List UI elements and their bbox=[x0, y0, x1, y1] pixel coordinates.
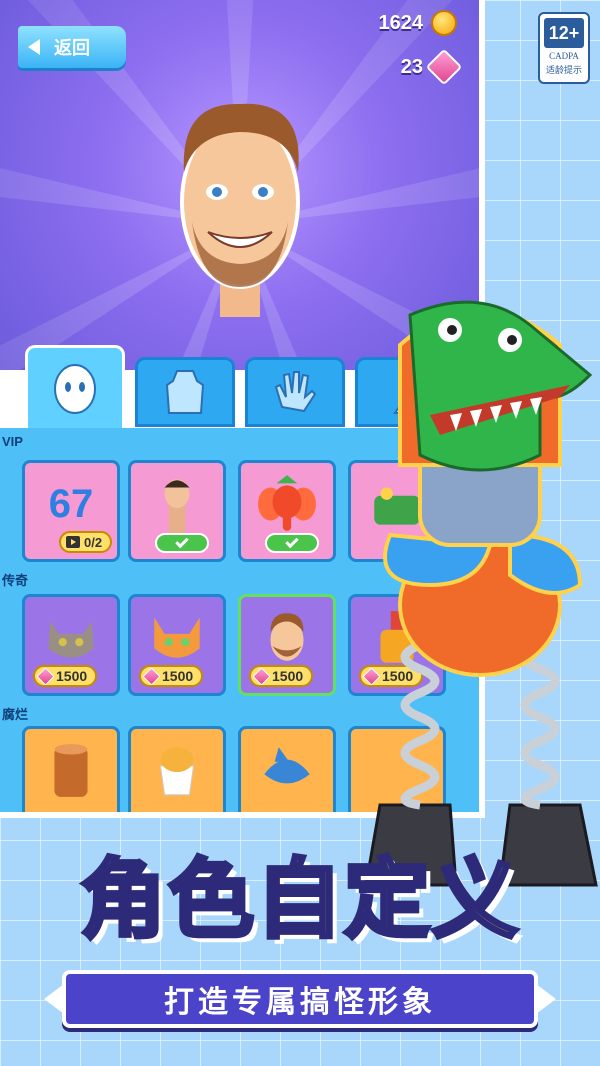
section-label-rotten: 腐烂 bbox=[2, 707, 29, 722]
orange-cat-icon bbox=[154, 617, 200, 658]
skin-card-log[interactable] bbox=[22, 726, 120, 812]
cappuccino-icon bbox=[159, 747, 195, 796]
skin-card-orange-cat[interactable]: 1500 bbox=[128, 594, 226, 696]
elephant-strawberry-icon bbox=[258, 475, 316, 531]
price-tag: 1500 bbox=[249, 665, 314, 687]
gem-amount: 23 bbox=[400, 55, 423, 78]
back-button[interactable]: 返回 bbox=[18, 26, 126, 68]
skin-card-67[interactable]: 67 0/2 bbox=[22, 460, 120, 562]
back-arrow-icon bbox=[28, 39, 40, 55]
promo-subtitle: 打造专属搞怪形象 bbox=[164, 985, 436, 1020]
skin-card-elephant[interactable] bbox=[238, 460, 336, 562]
grey-cat-icon bbox=[48, 621, 94, 658]
gem-icon bbox=[36, 666, 55, 686]
video-unlock-badge: 0/2 bbox=[59, 531, 113, 553]
crocodile-monster-illustration bbox=[364, 300, 598, 887]
tab-face[interactable] bbox=[25, 345, 125, 430]
promo-subtitle-banner: 打造专属搞怪形象 bbox=[44, 970, 556, 1028]
owned-badge bbox=[155, 533, 209, 553]
hand-icon bbox=[274, 371, 317, 413]
age-rating-number: 12+ bbox=[544, 18, 584, 48]
gem-counter: 23 bbox=[400, 48, 463, 86]
torso-icon bbox=[165, 370, 205, 414]
section-label-legend: 传奇 bbox=[2, 573, 29, 588]
tab-hand[interactable] bbox=[245, 357, 345, 427]
skin-card-bearded-man[interactable]: 1500 bbox=[238, 594, 336, 696]
gem-icon bbox=[252, 666, 271, 686]
title-part-a: 角色 bbox=[78, 850, 256, 950]
67-icon: 67 bbox=[48, 481, 94, 526]
price-tag: 1500 bbox=[33, 665, 98, 687]
skin-card-grey-cat[interactable]: 1500 bbox=[22, 594, 120, 696]
coin-amount: 1624 bbox=[378, 11, 424, 34]
owned-badge bbox=[265, 533, 319, 553]
skin-card-cappuccino[interactable] bbox=[128, 726, 226, 812]
check-icon bbox=[175, 534, 189, 549]
video-icon bbox=[66, 536, 80, 548]
age-rating-badge: 12+ CADPA 适龄提示 bbox=[538, 12, 590, 84]
character-head-icon bbox=[180, 103, 300, 317]
price-value: 1500 bbox=[56, 668, 88, 684]
face-icon bbox=[54, 364, 96, 414]
age-rating-tip: 适龄提示 bbox=[545, 66, 582, 76]
price-value: 1500 bbox=[162, 668, 194, 684]
gem-icon bbox=[142, 666, 161, 686]
title-part-b: 自定义 bbox=[254, 850, 520, 950]
video-progress: 0/2 bbox=[84, 534, 103, 550]
shark-icon bbox=[264, 747, 310, 784]
bearded-man-icon bbox=[270, 613, 304, 661]
price-tag: 1500 bbox=[139, 665, 204, 687]
coin-counter: 1624 bbox=[378, 10, 457, 36]
check-icon bbox=[285, 534, 299, 549]
age-rating-org: CADPA bbox=[549, 51, 579, 61]
coin-icon bbox=[431, 10, 457, 36]
tall-head-man-icon bbox=[164, 479, 190, 533]
promo-title: 角色 自定义 bbox=[10, 835, 590, 965]
skin-card-tall-head[interactable] bbox=[128, 460, 226, 562]
tab-torso[interactable] bbox=[135, 357, 235, 427]
log-icon bbox=[54, 744, 88, 797]
price-value: 1500 bbox=[272, 668, 304, 684]
gem-icon bbox=[425, 48, 463, 86]
skin-card-shark[interactable] bbox=[238, 726, 336, 812]
section-label-vip: VIP bbox=[2, 434, 23, 449]
back-button-label: 返回 bbox=[54, 38, 90, 58]
